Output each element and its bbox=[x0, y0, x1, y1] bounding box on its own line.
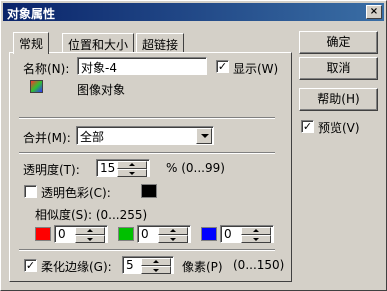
spin-up-icon[interactable] bbox=[117, 161, 147, 169]
opacity-range: % (0...99) bbox=[166, 161, 225, 175]
blue-value: 0 bbox=[224, 227, 232, 241]
preview-checkbox[interactable]: ✓ bbox=[301, 120, 314, 133]
opacity-spinner[interactable]: 15 bbox=[96, 159, 150, 177]
separator-2 bbox=[19, 152, 275, 154]
spin-up-icon[interactable] bbox=[75, 227, 105, 235]
transparent-color-label: 透明色彩(C): bbox=[41, 186, 111, 200]
green-value: 0 bbox=[141, 227, 149, 241]
spin-down-icon[interactable] bbox=[158, 235, 188, 243]
show-check-mark: ✓ bbox=[217, 60, 228, 73]
separator-1 bbox=[19, 117, 275, 119]
ok-button[interactable]: 确定 bbox=[299, 31, 378, 54]
red-value: 0 bbox=[58, 227, 66, 241]
green-spin-buttons[interactable] bbox=[158, 227, 188, 243]
cancel-button[interactable]: 取消 bbox=[299, 57, 378, 80]
transparent-color-swatch[interactable] bbox=[141, 184, 157, 198]
soften-value: 5 bbox=[126, 258, 134, 272]
opacity-label: 透明度(T): bbox=[23, 163, 80, 177]
tab-position-size[interactable]: 位置和大小 bbox=[62, 33, 135, 53]
object-type: 图像对象 bbox=[77, 83, 126, 97]
name-value: 对象-4 bbox=[81, 61, 117, 75]
close-button[interactable]: × bbox=[366, 5, 382, 19]
spin-up-icon[interactable] bbox=[158, 227, 188, 235]
spin-down-icon[interactable] bbox=[141, 266, 171, 274]
name-field[interactable]: 对象-4 bbox=[77, 57, 207, 75]
opacity-value: 15 bbox=[100, 161, 116, 175]
red-swatch bbox=[35, 227, 51, 241]
spin-down-icon[interactable] bbox=[75, 235, 105, 243]
preview-label: 预览(V) bbox=[318, 121, 360, 135]
merge-dropdown[interactable]: 全部 bbox=[76, 126, 214, 145]
opacity-spin-buttons[interactable] bbox=[117, 161, 147, 177]
help-button[interactable]: 帮助(H) bbox=[299, 88, 378, 111]
tab-general[interactable]: 常规 bbox=[13, 32, 50, 54]
merge-value: 全部 bbox=[80, 130, 105, 144]
soften-spin-buttons[interactable] bbox=[141, 258, 171, 274]
spin-down-icon[interactable] bbox=[117, 169, 147, 177]
green-spinner[interactable]: 0 bbox=[137, 225, 191, 243]
transparent-color-checkbox[interactable] bbox=[24, 185, 37, 198]
chevron-down-icon[interactable] bbox=[196, 128, 212, 144]
soften-range: (0...150) bbox=[233, 258, 285, 272]
spin-down-icon[interactable] bbox=[241, 235, 271, 243]
red-spin-buttons[interactable] bbox=[75, 227, 105, 243]
tab-hyperlink[interactable]: 超链接 bbox=[136, 33, 185, 53]
blue-spin-buttons[interactable] bbox=[241, 227, 271, 243]
blue-swatch bbox=[201, 227, 217, 241]
green-swatch bbox=[118, 227, 134, 241]
soften-check-mark: ✓ bbox=[25, 259, 36, 272]
soften-edges-spinner[interactable]: 5 bbox=[122, 256, 174, 274]
preview-check-mark: ✓ bbox=[302, 120, 313, 133]
show-checkbox[interactable]: ✓ bbox=[216, 60, 229, 73]
red-spinner[interactable]: 0 bbox=[54, 225, 108, 243]
spin-up-icon[interactable] bbox=[241, 227, 271, 235]
spin-up-icon[interactable] bbox=[141, 258, 171, 266]
title-bar[interactable]: 对象属性 × bbox=[3, 3, 384, 21]
separator-3 bbox=[19, 249, 275, 251]
soften-edges-label: 柔化边缘(G): bbox=[41, 260, 112, 274]
similarity-label: 相似度(S): (0...255) bbox=[35, 208, 148, 222]
name-label: 名称(N): bbox=[23, 62, 70, 76]
image-object-icon bbox=[30, 80, 43, 93]
soften-unit: 像素(P) bbox=[182, 260, 223, 274]
blue-spinner[interactable]: 0 bbox=[220, 225, 274, 243]
merge-label: 合并(M): bbox=[23, 131, 71, 145]
window-title: 对象属性 bbox=[7, 7, 56, 21]
soften-edges-checkbox[interactable]: ✓ bbox=[24, 259, 37, 272]
show-label: 显示(W) bbox=[233, 62, 279, 76]
